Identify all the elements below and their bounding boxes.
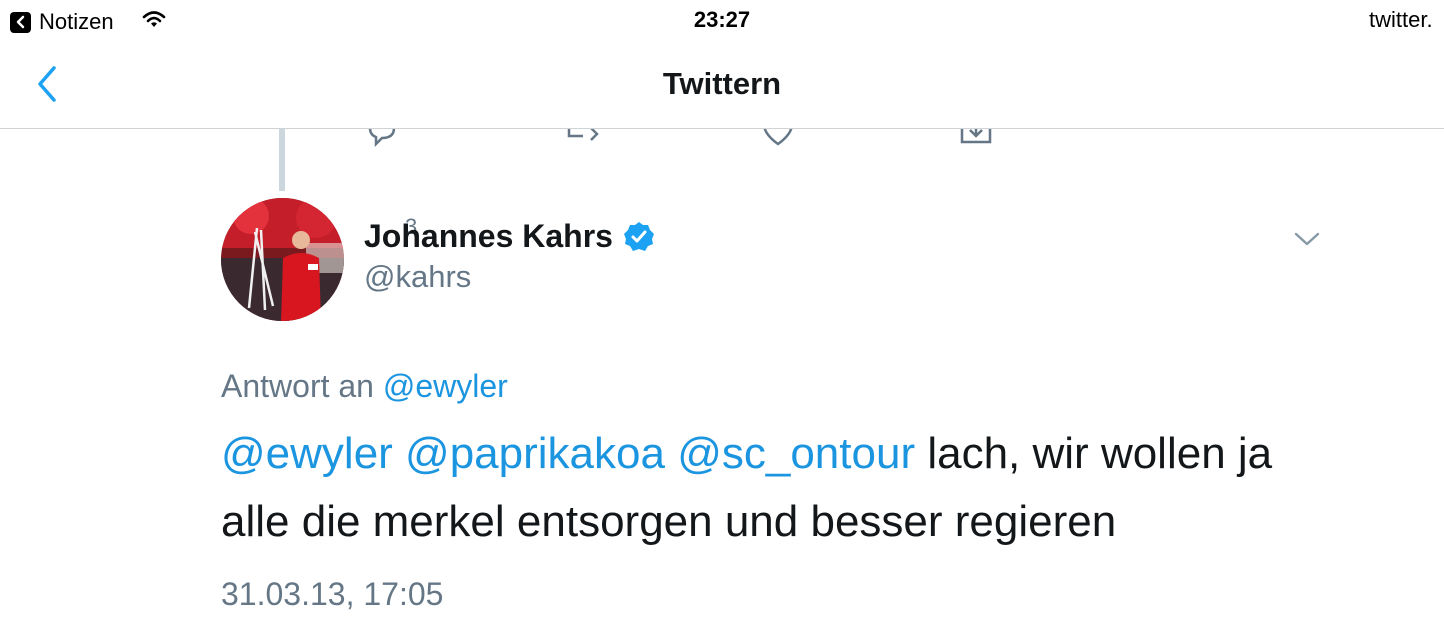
verified-badge-icon <box>623 221 654 251</box>
tweet-timestamp[interactable]: 31.03.13, 17:05 <box>221 576 443 613</box>
tweet-text: @ewyler @paprikakoa @sc_ontour lach, wir… <box>221 420 1371 556</box>
chevron-down-icon[interactable] <box>1292 228 1322 250</box>
status-bar: Notizen 23:27 twitter. <box>0 0 1444 42</box>
author-name-row[interactable]: Johannes Kahrs <box>364 218 655 255</box>
tweet-text-line1: lach, wir wollen ja <box>927 429 1273 478</box>
mention-link[interactable]: @ewyler <box>221 429 393 478</box>
mention-link[interactable]: @paprikakoa <box>405 429 665 478</box>
status-time: 23:27 <box>693 7 751 32</box>
author-handle[interactable]: @kahrs <box>364 259 471 295</box>
avatar[interactable] <box>221 198 344 321</box>
status-site: twitter. <box>1369 7 1433 32</box>
navigation-bar: Twittern <box>0 42 1444 129</box>
tweet-text-line2: alle die merkel entsorgen und besser reg… <box>221 497 1117 546</box>
reply-prefix: Antwort an <box>221 368 374 404</box>
author-display-name[interactable]: Johannes Kahrs <box>364 218 613 255</box>
mention-link[interactable]: @sc_ontour <box>677 429 915 478</box>
page-title: Twittern <box>662 66 782 101</box>
reply-to-link[interactable]: @ewyler <box>383 368 508 404</box>
reply-context: Antwort an @ewyler <box>221 368 508 405</box>
